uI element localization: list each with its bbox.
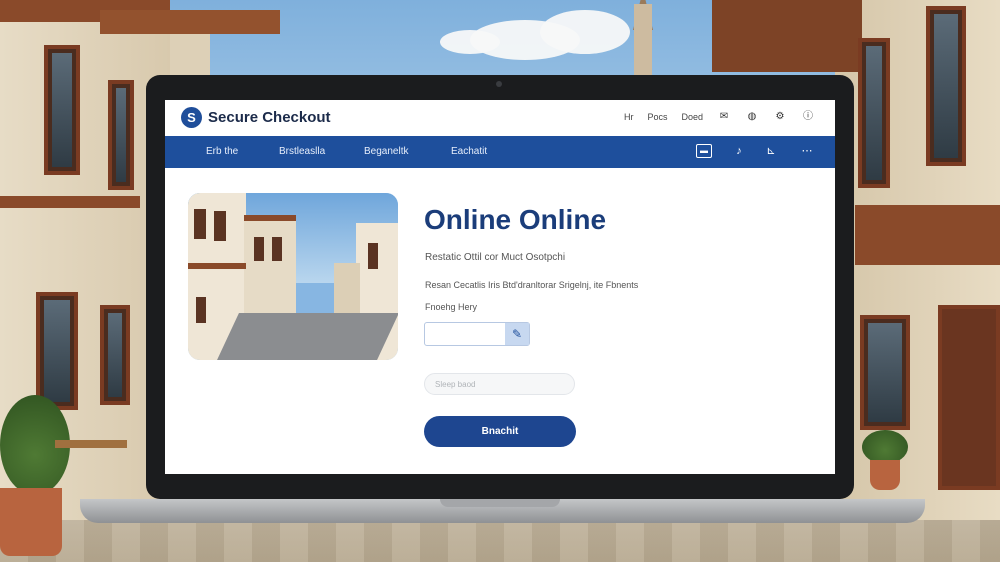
top-link-hr[interactable]: Hr xyxy=(624,112,634,122)
cloud xyxy=(440,30,500,54)
nav-item-3[interactable]: Beganeltk xyxy=(364,146,408,157)
hero-street-image xyxy=(188,193,398,360)
window xyxy=(44,45,80,175)
flower-pot xyxy=(870,460,900,490)
text-input[interactable] xyxy=(425,323,505,345)
window xyxy=(36,292,78,410)
plant xyxy=(862,430,908,464)
cobblestones xyxy=(0,520,1000,562)
nav-item-4[interactable]: Eachatit xyxy=(451,146,487,157)
flower-pot xyxy=(0,488,62,556)
top-header: S Secure Checkout Hr Pocs Doed ✉ ◍ ⚙ ⓘ xyxy=(165,100,835,136)
shield-logo-icon[interactable]: S xyxy=(181,107,202,128)
info-icon[interactable]: ⓘ xyxy=(801,111,815,122)
webcam xyxy=(496,81,502,87)
brand-name[interactable]: Secure Checkout xyxy=(208,109,331,126)
page-subtitle: Restatic Ottil cor Muct Osotpchi xyxy=(425,252,566,263)
field-label: Fnoehg Hery xyxy=(425,302,478,312)
roof-right xyxy=(712,0,862,72)
mail-icon[interactable]: ✉ xyxy=(717,111,731,122)
bench xyxy=(55,440,127,448)
window xyxy=(100,305,130,405)
browser-screen: S Secure Checkout Hr Pocs Doed ✉ ◍ ⚙ ⓘ E… xyxy=(165,100,835,474)
card-icon[interactable]: ▬ xyxy=(696,144,712,158)
cloud xyxy=(540,10,630,54)
main-nav: Erb the Brstleaslla Beganeltk Eachatit ▬… xyxy=(165,136,835,168)
page-title: Online Online xyxy=(424,204,607,235)
laptop-notch xyxy=(440,499,560,507)
window xyxy=(108,80,134,190)
minaret xyxy=(634,4,652,76)
search-field: ✎ xyxy=(424,322,530,346)
awning-right xyxy=(855,205,1000,265)
more-icon[interactable]: ⋯ xyxy=(799,144,815,158)
top-links: Hr Pocs Doed ✉ ◍ ⚙ ⓘ xyxy=(624,111,815,122)
window xyxy=(926,6,966,166)
balcony-beam xyxy=(0,196,140,208)
cart-icon[interactable]: ⊾ xyxy=(763,144,779,158)
bell-icon[interactable]: ♪ xyxy=(731,144,747,158)
top-link-pocs[interactable]: Pocs xyxy=(647,112,667,122)
page-description: Resan Cecatlis Iris Btd'dranltorar Srige… xyxy=(425,280,639,290)
settings-icon[interactable]: ⚙ xyxy=(773,111,787,122)
pill-input[interactable] xyxy=(424,373,575,395)
door xyxy=(938,305,1000,490)
window xyxy=(858,38,890,188)
submit-button[interactable]: Bnachit xyxy=(424,416,576,447)
top-link-doed[interactable]: Doed xyxy=(681,112,703,122)
globe-icon[interactable]: ◍ xyxy=(745,111,759,122)
nav-item-1[interactable]: Erb the xyxy=(206,146,238,157)
shop-window xyxy=(860,315,910,430)
roof-left-rear xyxy=(100,10,280,34)
nav-item-2[interactable]: Brstleaslla xyxy=(279,146,325,157)
pen-icon[interactable]: ✎ xyxy=(505,323,529,345)
